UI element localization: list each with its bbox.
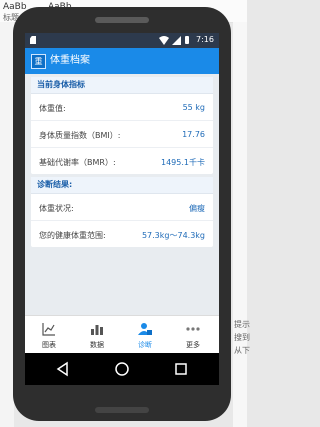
weight-status-row: 体重状况: 偏瘦 (31, 194, 213, 221)
weight-label: 体重值: (39, 104, 66, 113)
healthy-range-value: 57.3kg～74.3kg (141, 231, 205, 240)
app-logo-icon: 重 (31, 54, 46, 69)
system-nav-bar (25, 353, 219, 385)
tab-data[interactable]: 数据 (73, 316, 121, 354)
body-indicators-title: 当前身体指标 (31, 77, 213, 94)
weight-value: 55 kg (182, 103, 205, 112)
signal-icon (172, 36, 181, 47)
tab-chart-label: 图表 (42, 341, 56, 349)
phone-speaker (95, 17, 149, 23)
diagnosis-card: 诊断结果: 体重状况: 偏瘦 您的健康体重范围: 57.3kg～74.3kg (31, 177, 213, 247)
desktop-style-preview: AaBb (3, 2, 27, 12)
bar-chart-icon (90, 321, 104, 335)
desktop-snippet-1: 提示 (234, 320, 250, 329)
tab-chart[interactable]: 图表 (25, 316, 73, 354)
bmr-row: 基础代谢率（BMR）: 1495.1千卡 (31, 148, 213, 174)
weight-status-value: 偏瘦 (189, 204, 205, 213)
line-chart-icon (42, 321, 56, 336)
tab-data-label: 数据 (90, 341, 104, 349)
weight-row: 体重值: 55 kg (31, 94, 213, 121)
back-icon[interactable] (55, 361, 71, 377)
desktop-snippet-3: 从下 (234, 346, 250, 355)
sd-card-icon (30, 36, 36, 44)
doctor-icon (138, 321, 152, 335)
main-content: 当前身体指标 体重值: 55 kg 身体质量指数（BMI）: 17.76 基础代… (25, 74, 219, 314)
bmi-row: 身体质量指数（BMI）: 17.76 (31, 121, 213, 148)
phone-screen: 7:16 重 体重档案 当前身体指标 体重值: 55 kg 身体质量指数（BMI… (25, 33, 219, 385)
battery-icon (185, 36, 189, 44)
bottom-tab-bar: 图表 数据 诊断 更多 (25, 315, 219, 354)
body-indicators-card: 当前身体指标 体重值: 55 kg 身体质量指数（BMI）: 17.76 基础代… (31, 77, 213, 174)
app-title: 体重档案 (50, 55, 90, 66)
weight-status-label: 体重状况: (39, 204, 74, 213)
desktop-right-margin: 提示 搜到 从下 (233, 22, 250, 427)
recents-icon[interactable] (173, 361, 189, 377)
app-bar: 重 体重档案 (25, 48, 219, 74)
status-time: 7:16 (196, 35, 214, 44)
healthy-range-row: 您的健康体重范围: 57.3kg～74.3kg (31, 221, 213, 247)
status-bar: 7:16 (25, 33, 219, 48)
bmi-label: 身体质量指数（BMI）: (39, 131, 121, 140)
tab-diagnosis[interactable]: 诊断 (121, 316, 169, 354)
bmr-label: 基础代谢率（BMR）: (39, 158, 116, 167)
tab-more-label: 更多 (186, 341, 200, 349)
tab-diagnosis-label: 诊断 (138, 341, 152, 349)
bmi-value: 17.76 (182, 130, 205, 139)
phone-speaker-bottom (95, 407, 149, 413)
desktop-snippet-2: 搜到 (234, 333, 250, 342)
bmr-value: 1495.1千卡 (161, 158, 205, 167)
more-dots-icon (186, 321, 200, 335)
healthy-range-label: 您的健康体重范围: (39, 231, 106, 240)
home-icon[interactable] (114, 361, 130, 377)
wifi-icon (159, 36, 169, 47)
desktop-left-margin (0, 22, 14, 427)
diagnosis-title: 诊断结果: (31, 177, 213, 194)
tab-more[interactable]: 更多 (169, 316, 217, 354)
phone-frame: 7:16 重 体重档案 当前身体指标 体重值: 55 kg 身体质量指数（BMI… (13, 7, 231, 421)
